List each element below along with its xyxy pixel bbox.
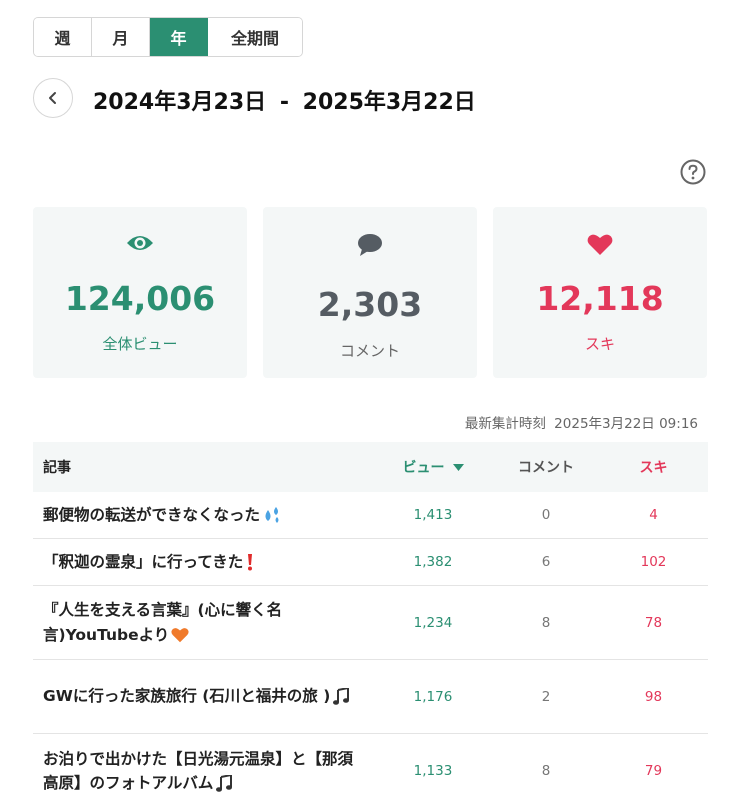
table-row[interactable]: 『人生を支える言葉』(心に響く名言)YouTubeより 1,234 8 78 xyxy=(33,586,708,660)
previous-period-button[interactable] xyxy=(33,78,73,118)
last-updated-label: 最新集計時刻 xyxy=(464,416,546,432)
sweat-drops-icon xyxy=(265,507,279,524)
heart-icon xyxy=(587,234,613,255)
row-comments: 0 xyxy=(541,507,551,523)
orange-heart-icon xyxy=(171,628,189,643)
music-note-icon xyxy=(333,687,350,705)
likes-total: 12,118 xyxy=(536,279,664,318)
likes-card: 12,118 スキ xyxy=(493,207,707,378)
date-end: 2025年3月22日 xyxy=(302,90,476,115)
eye-icon xyxy=(127,236,153,250)
music-note-icon xyxy=(216,774,233,792)
table-row[interactable]: 郵便物の転送ができなくなった 1,413 0 4 xyxy=(33,492,708,539)
views-total: 124,006 xyxy=(64,279,216,318)
row-comments: 6 xyxy=(541,554,551,570)
table-header: 記事 ビュー コメント スキ xyxy=(33,442,708,492)
tab-all-time[interactable]: 全期間 xyxy=(208,18,302,56)
row-likes: 4 xyxy=(649,507,658,523)
row-likes: 79 xyxy=(644,763,663,779)
header-title: 記事 xyxy=(43,460,71,476)
row-views: 1,133 xyxy=(413,763,453,779)
views-label: 全体ビュー xyxy=(102,335,178,353)
article-title[interactable]: 『人生を支える言葉』(心に響く名言)YouTubeより xyxy=(33,598,373,646)
sort-down-icon xyxy=(452,463,464,471)
table-row[interactable]: お泊りで出かけた【日光湯元温泉】と【那須高原】のフォトアルバム 1,133 8 … xyxy=(33,734,708,805)
row-views: 1,382 xyxy=(413,554,453,570)
row-likes: 102 xyxy=(640,554,667,570)
article-title[interactable]: 「釈迦の霊泉」に行ってきた xyxy=(33,550,373,574)
tab-year[interactable]: 年 xyxy=(150,18,208,56)
comments-card: 2,303 コメント xyxy=(263,207,477,378)
table-row[interactable]: 「釈迦の霊泉」に行ってきた 1,382 6 102 xyxy=(33,539,708,586)
row-views: 1,413 xyxy=(413,507,453,523)
date-start: 2024年3月23日 xyxy=(93,90,267,115)
chevron-left-icon xyxy=(49,92,56,104)
date-separator: - xyxy=(279,90,289,115)
last-updated-value: 2025年3月22日 09:16 xyxy=(554,416,698,432)
row-likes: 78 xyxy=(644,614,663,631)
tab-month[interactable]: 月 xyxy=(92,18,150,56)
article-title[interactable]: 郵便物の転送ができなくなった xyxy=(33,503,373,527)
table-row[interactable]: GWに行った家族旅行 (石川と福井の旅 ) 1,176 2 98 xyxy=(33,660,708,734)
row-views: 1,176 xyxy=(413,688,453,705)
articles-table: 記事 ビュー コメント スキ 郵便物の転送ができなくなった 1,413 0 4 … xyxy=(33,442,708,805)
speech-bubble-icon xyxy=(358,234,382,256)
header-views-label: ビュー xyxy=(402,460,445,476)
article-title[interactable]: お泊りで出かけた【日光湯元温泉】と【那須高原】のフォトアルバム xyxy=(33,747,373,795)
tab-week[interactable]: 週 xyxy=(34,18,92,56)
header-comments-sort[interactable]: コメント xyxy=(493,457,599,477)
comments-total: 2,303 xyxy=(317,285,423,324)
help-icon[interactable] xyxy=(680,159,706,185)
last-updated: 最新集計時刻 2025年3月22日 09:16 xyxy=(465,412,698,432)
row-likes: 98 xyxy=(644,688,663,705)
row-comments: 2 xyxy=(541,688,551,705)
row-comments: 8 xyxy=(541,763,551,779)
comments-label: コメント xyxy=(339,342,400,360)
likes-label: スキ xyxy=(584,335,615,353)
row-comments: 8 xyxy=(541,614,551,631)
period-tabs: 週 月 年 全期間 xyxy=(33,17,303,57)
views-card: 124,006 全体ビュー xyxy=(33,207,247,378)
header-views-sort[interactable]: ビュー xyxy=(373,457,493,477)
date-range: 2024年3月23日 - 2025年3月22日 xyxy=(93,84,476,116)
row-views: 1,234 xyxy=(413,614,453,631)
header-likes-sort[interactable]: スキ xyxy=(599,457,708,477)
exclamation-icon xyxy=(248,554,253,571)
article-title[interactable]: GWに行った家族旅行 (石川と福井の旅 ) xyxy=(33,684,373,708)
